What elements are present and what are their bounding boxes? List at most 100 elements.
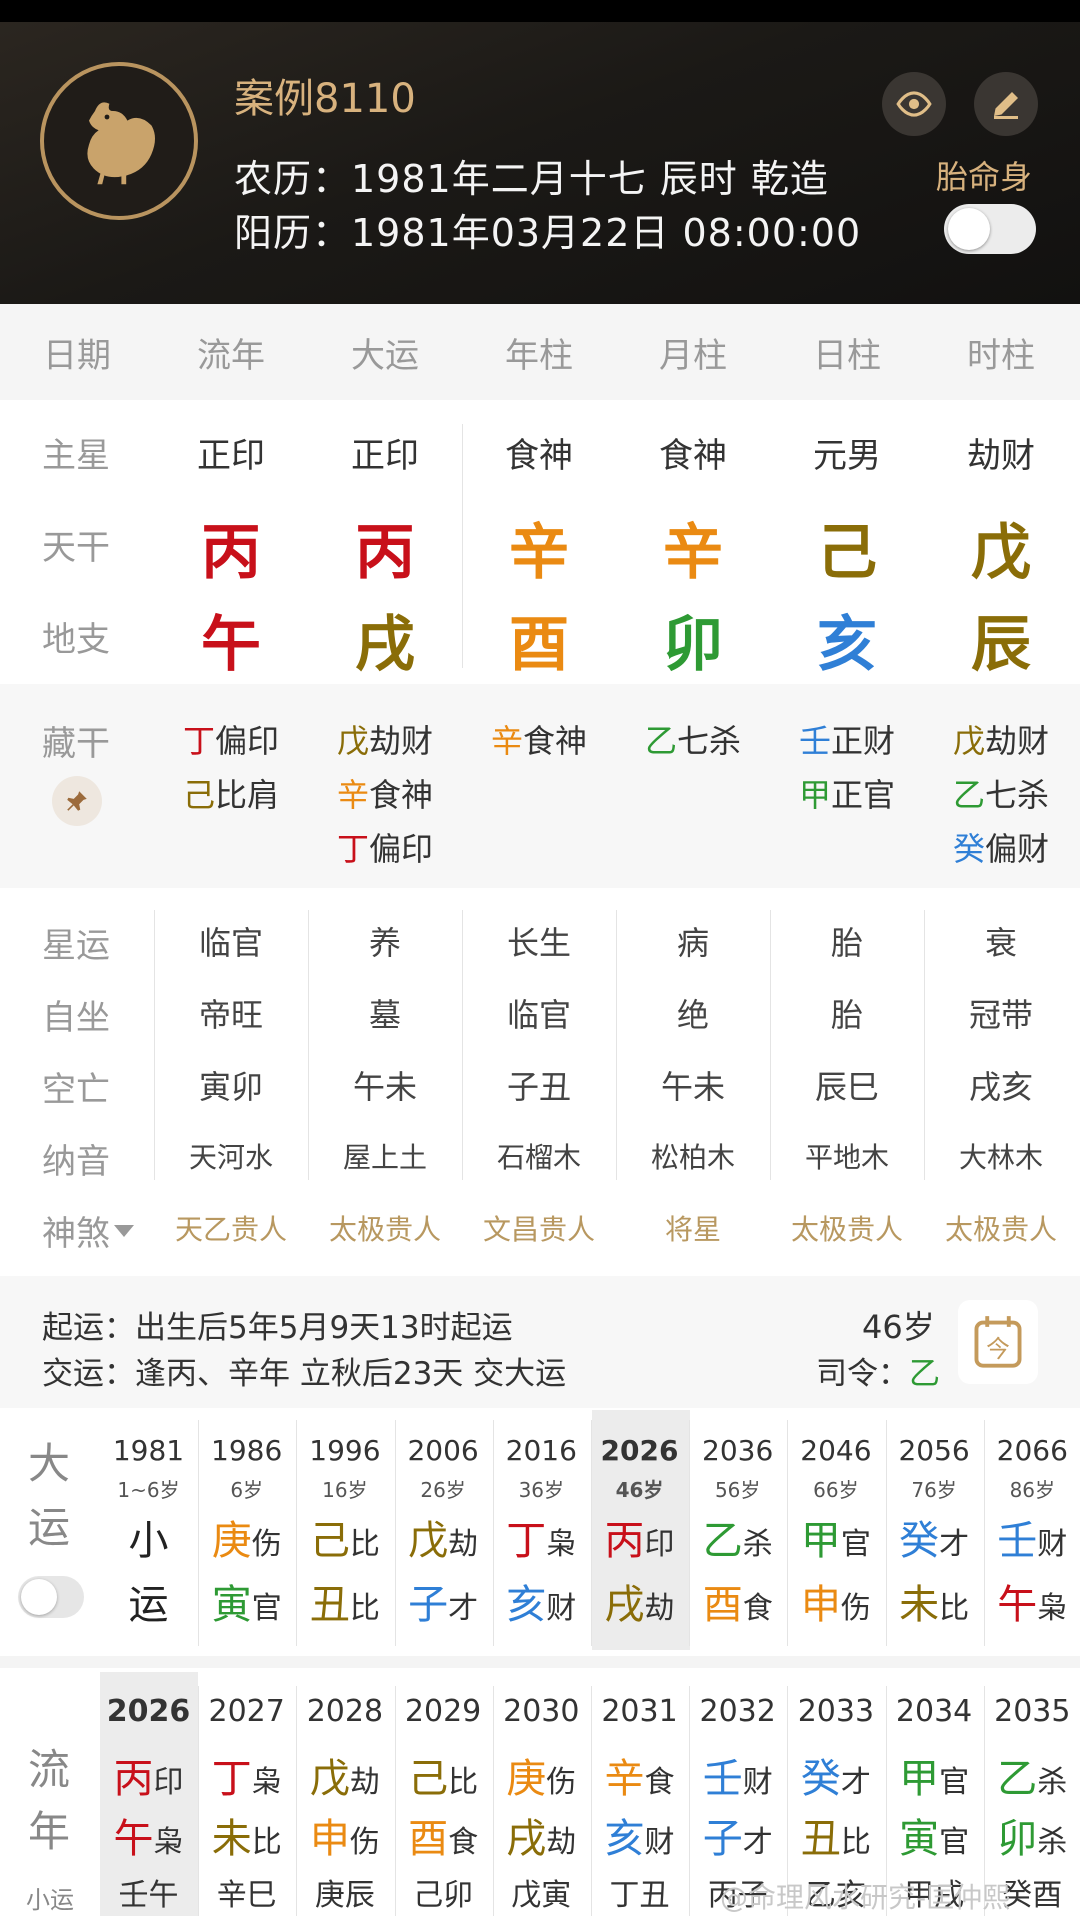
view-button[interactable] (882, 72, 946, 136)
pin-button[interactable] (52, 776, 102, 826)
dayun-branch-shishen: 比 (939, 1591, 970, 1626)
tiangan-cell: 辛 (663, 518, 723, 588)
case-title: 案例8110 (234, 76, 416, 122)
liunian-stem-shishen: 伤 (546, 1765, 577, 1800)
taiming-toggle[interactable] (944, 204, 1036, 254)
dayun-age: 76岁 (911, 1478, 957, 1502)
zizuo-cell: 绝 (676, 996, 709, 1034)
liunian-year: 2026 (106, 1694, 191, 1729)
liunian-stem: 戊 (309, 1756, 350, 1802)
calendar-button[interactable]: 今 (958, 1300, 1038, 1384)
column-divider (689, 1420, 691, 1646)
liunian-stem-row: 丙印 (100, 1746, 197, 1804)
liunian-stem-row: 丁枭 (198, 1746, 295, 1804)
canggan-item: 乙七杀 (616, 716, 770, 762)
dayun-stem-shishen: 才 (939, 1527, 970, 1562)
liunian-stem: 己 (408, 1756, 449, 1802)
liunian-stem-shishen: 印 (153, 1765, 184, 1800)
xingyun-cell: 衰 (984, 924, 1017, 962)
liunian-stem-shishen: 食 (644, 1765, 675, 1800)
dizhi-cell: 卯 (663, 610, 723, 680)
liunian-branch-shishen: 才 (742, 1825, 773, 1860)
canggan-label: 藏干 (42, 724, 110, 764)
dayun-stem-row: 乙杀 (689, 1508, 786, 1566)
liunian-stem-row: 庚伤 (493, 1746, 590, 1804)
dayun-stem: 己 (309, 1518, 350, 1564)
dayun-branch: 寅 (211, 1582, 252, 1628)
taiming-label: 胎命身 (936, 158, 1033, 196)
dayun-branch-row: 戌劫 (591, 1572, 688, 1630)
column-divider (296, 1686, 298, 1916)
kongwang-cell: 戌亥 (968, 1068, 1033, 1106)
pencil-icon (994, 92, 1018, 119)
shensha-cell: 文昌贵人 (482, 1213, 595, 1246)
column-divider (770, 910, 771, 1180)
dayun-stem-row: 癸才 (886, 1508, 983, 1566)
rooster-avatar (40, 62, 198, 220)
dayun-year: 1986 (211, 1434, 283, 1467)
liunian-year: 2032 (699, 1694, 776, 1729)
dayun-label: 大 (28, 1439, 71, 1488)
nayin-cell: 屋上土 (342, 1141, 427, 1174)
column-divider (924, 910, 925, 1180)
zhuxing-cell: 食神 (505, 436, 573, 476)
dayun-stem: 小 (128, 1518, 169, 1564)
tiangan-cell: 己 (817, 518, 877, 588)
column-divider (492, 1686, 494, 1916)
column-divider (983, 1420, 985, 1646)
nayin-cell: 平地木 (804, 1141, 889, 1174)
dayun-year: 2016 (505, 1434, 577, 1467)
liunian-label: 流 (28, 1745, 71, 1794)
canggan-item: 壬正财 (770, 716, 924, 762)
siling-value: 乙 (909, 1356, 940, 1392)
canggan-item: 癸偏财 (924, 824, 1078, 870)
xiaoyun-ganzhi: 丁丑 (609, 1878, 670, 1913)
zhuxing-cell: 元男 (813, 436, 881, 476)
kongwang-label: 空亡 (42, 1070, 110, 1110)
liunian-branch-row: 申伤 (296, 1806, 393, 1864)
liunian-branch-shishen: 杀 (1037, 1825, 1068, 1860)
kongwang-cell: 辰巳 (814, 1068, 879, 1106)
liunian-branch-row: 丑比 (787, 1806, 884, 1864)
xingyun-cell: 病 (676, 924, 709, 962)
liunian-stem-shishen: 杀 (1037, 1765, 1068, 1800)
canggan-stem: 壬 (798, 722, 831, 760)
liunian-branch: 卯 (997, 1816, 1038, 1862)
liunian-stem-row: 癸才 (787, 1746, 884, 1804)
zizuo-cell: 临官 (506, 996, 571, 1034)
liunian-branch-shishen: 劫 (546, 1825, 577, 1860)
dizhi-label: 地支 (42, 620, 110, 660)
dayun-stem: 丙 (604, 1518, 645, 1564)
kongwang-cell: 子丑 (506, 1068, 571, 1106)
dayun-branch-row: 运 (100, 1572, 197, 1630)
dayun-stem-shishen: 伤 (251, 1527, 282, 1562)
zizuo-label: 自坐 (42, 998, 110, 1038)
liunian-branch: 寅 (899, 1816, 940, 1862)
dayun-branch-row: 亥财 (493, 1572, 590, 1630)
section-divider (0, 1656, 1080, 1668)
liunian-branch-row: 子才 (689, 1806, 786, 1864)
shensha-dropdown[interactable]: 神煞 (42, 1206, 134, 1255)
liunian-branch: 丑 (800, 1816, 841, 1862)
dayun-stem-shishen: 财 (1037, 1527, 1068, 1562)
column-header: 流年 (197, 335, 265, 376)
edit-button[interactable] (974, 72, 1038, 136)
xingyun-label: 星运 (42, 926, 110, 966)
liunian-year: 2034 (895, 1694, 973, 1729)
xingyun-cell: 长生 (506, 924, 571, 962)
canggan-shishen: 劫财 (369, 722, 434, 760)
dayun-stem: 庚 (211, 1518, 252, 1564)
kongwang-cell: 午未 (660, 1068, 725, 1106)
nayin-label: 纳音 (42, 1142, 110, 1182)
xiaoyun-toggle[interactable] (18, 1576, 84, 1618)
dayun-branch: 酉 (702, 1582, 743, 1628)
nayin-cell: 天河水 (188, 1141, 273, 1174)
dayun-age: 56岁 (714, 1478, 761, 1502)
caret-down-icon (114, 1224, 134, 1237)
liunian-branch-shishen: 比 (840, 1825, 871, 1860)
dayun-branch-shishen: 才 (448, 1591, 479, 1626)
liunian-year: 2027 (208, 1694, 285, 1729)
nayin-cell: 松柏木 (650, 1141, 735, 1174)
column-divider (296, 1420, 298, 1646)
shensha-cell: 太极贵人 (328, 1213, 441, 1246)
